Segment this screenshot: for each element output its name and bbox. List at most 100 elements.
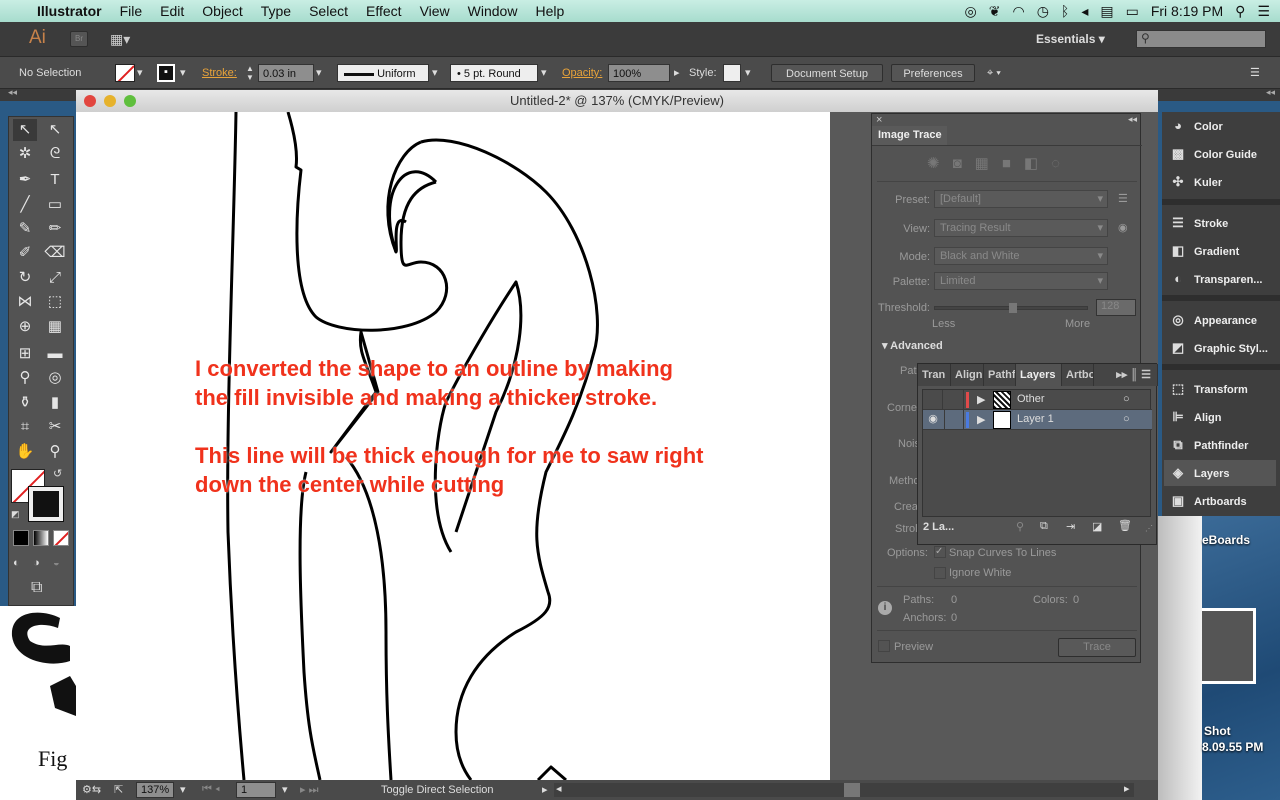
dock-appearance[interactable]: ◎ Appearance bbox=[1168, 307, 1257, 333]
target-circle-icon[interactable]: ○ bbox=[1123, 413, 1130, 425]
direct-selection-tool-icon[interactable]: ↖ bbox=[43, 119, 67, 141]
slice-tool-icon[interactable]: ✂ bbox=[43, 416, 67, 438]
create-new-layer-icon[interactable]: ◪ bbox=[1092, 520, 1102, 533]
dock-graphic-styles[interactable]: ◩ Graphic Styl... bbox=[1168, 335, 1268, 361]
none-mode-button[interactable] bbox=[53, 530, 69, 546]
preset-dropdown[interactable]: [Default] ▾ bbox=[934, 190, 1108, 208]
dock-stroke[interactable]: ☰ Stroke bbox=[1168, 210, 1228, 236]
minimize-window-button[interactable] bbox=[104, 95, 116, 107]
locate-object-icon[interactable]: ⚲ bbox=[1016, 520, 1024, 533]
wifi-icon[interactable]: ◠ bbox=[1012, 3, 1024, 20]
desktop-label-time[interactable]: 8.09.55 PM bbox=[1202, 740, 1263, 754]
control-panel-menu-icon[interactable]: ☰ bbox=[1250, 64, 1260, 82]
close-panel-icon[interactable]: × bbox=[876, 114, 882, 126]
first-artboard-icon[interactable]: ⏮ ◂ bbox=[202, 783, 220, 796]
draw-normal-icon[interactable]: ◐ bbox=[13, 557, 20, 569]
threshold-slider-thumb[interactable] bbox=[1009, 303, 1017, 313]
close-window-button[interactable] bbox=[84, 95, 96, 107]
brush-definition[interactable]: • 5 pt. Round bbox=[450, 64, 538, 82]
variable-width-profile[interactable]: Uniform bbox=[337, 64, 429, 82]
menu-app[interactable]: Illustrator bbox=[28, 3, 111, 19]
tab-layers[interactable]: Layers bbox=[1016, 364, 1062, 386]
layer-name[interactable]: Other bbox=[1017, 393, 1045, 405]
free-transform-tool-icon[interactable]: ⬚ bbox=[43, 291, 67, 313]
menu-edit[interactable]: Edit bbox=[151, 3, 193, 19]
perspective-grid-tool-icon[interactable]: ▦ bbox=[43, 316, 67, 338]
pencil-tool-icon[interactable]: ✏ bbox=[43, 218, 67, 240]
zoom-window-button[interactable] bbox=[124, 95, 136, 107]
magic-wand-tool-icon[interactable]: ✲ bbox=[13, 143, 37, 165]
threshold-input[interactable]: 128 bbox=[1096, 299, 1136, 316]
make-clipping-mask-icon[interactable]: ⧉ bbox=[1040, 520, 1048, 533]
time-machine-icon[interactable]: ◷ bbox=[1037, 3, 1049, 20]
battery-icon[interactable]: ▭ bbox=[1126, 3, 1139, 20]
zoom-level-input[interactable]: 137% bbox=[136, 782, 174, 798]
blend-tool-icon[interactable]: ◎ bbox=[43, 367, 67, 389]
bluetooth-icon[interactable]: ᛒ bbox=[1061, 3, 1069, 19]
lock-toggle[interactable] bbox=[944, 390, 964, 410]
menu-effect[interactable]: Effect bbox=[357, 3, 411, 19]
fill-dropdown-icon[interactable]: ▾ bbox=[137, 64, 143, 82]
palette-dropdown[interactable]: Limited ▾ bbox=[934, 272, 1108, 290]
layer-name[interactable]: Layer 1 bbox=[1017, 413, 1054, 425]
dock-align[interactable]: ⊫ Align bbox=[1168, 404, 1221, 430]
selection-tool-icon[interactable]: ↖ bbox=[13, 119, 37, 141]
line-tool-icon[interactable]: ╱ bbox=[13, 194, 37, 216]
type-tool-icon[interactable]: T bbox=[43, 169, 67, 191]
style-dropdown[interactable]: ▾ bbox=[745, 64, 751, 82]
gradient-mode-button[interactable] bbox=[33, 530, 49, 546]
opacity-input[interactable]: 100% bbox=[608, 64, 670, 82]
draw-inside-icon[interactable]: ◒ bbox=[53, 557, 60, 569]
scale-tool-icon[interactable]: ⤢ bbox=[43, 267, 67, 289]
dock-transparency[interactable]: ◐ Transparen... bbox=[1168, 266, 1262, 292]
scroll-thumb[interactable] bbox=[844, 783, 860, 797]
delete-layer-icon[interactable]: 🗑 bbox=[1118, 519, 1132, 532]
pen-tool-icon[interactable]: ✒ bbox=[13, 169, 37, 191]
visibility-eye-icon[interactable]: ◉ bbox=[923, 412, 943, 425]
status-settings-icon[interactable]: ⚙⇆ bbox=[82, 783, 101, 796]
dock-color[interactable]: ◕ Color bbox=[1168, 113, 1223, 139]
layer-row-other[interactable]: ▶ Other ○ bbox=[923, 390, 1152, 410]
menu-type[interactable]: Type bbox=[252, 3, 300, 19]
dock-layers[interactable]: ◈ Layers bbox=[1164, 460, 1276, 486]
dock-gradient[interactable]: ◧ Gradient bbox=[1168, 238, 1239, 264]
preset-menu-icon[interactable]: ☰ bbox=[1118, 192, 1128, 205]
artboard-number-input[interactable]: 1 bbox=[236, 782, 276, 798]
grayscale-icon[interactable]: ■ bbox=[1002, 155, 1024, 172]
graphic-style-swatch[interactable] bbox=[723, 64, 741, 82]
mesh-tool-icon[interactable]: ⊞ bbox=[13, 343, 37, 365]
brush-dropdown[interactable]: ▾ bbox=[541, 64, 547, 82]
menu-object[interactable]: Object bbox=[193, 3, 251, 19]
collapse-left-icon[interactable]: ◂◂ bbox=[8, 87, 17, 98]
scroll-right-icon[interactable]: ▸ bbox=[1124, 782, 1130, 795]
dock-transform[interactable]: ⬚ Transform bbox=[1168, 376, 1248, 402]
share-icon[interactable]: ⇱ bbox=[114, 783, 123, 796]
bridge-button[interactable]: Br bbox=[70, 31, 88, 47]
menu-file[interactable]: File bbox=[111, 3, 152, 19]
column-graph-tool-icon[interactable]: ▮ bbox=[43, 392, 67, 414]
mode-dropdown[interactable]: Black and White ▾ bbox=[934, 247, 1108, 265]
tab-artboards[interactable]: Artbo bbox=[1062, 364, 1094, 386]
stroke-label[interactable]: Stroke: bbox=[202, 64, 237, 82]
dock-pathfinder[interactable]: ⧉ Pathfinder bbox=[1168, 432, 1248, 458]
clock[interactable]: Fri 8:19 PM bbox=[1151, 3, 1223, 19]
draw-behind-icon[interactable]: ◑ bbox=[33, 557, 40, 569]
black-white-icon[interactable]: ◧ bbox=[1024, 155, 1051, 172]
stroke-stepper[interactable]: ▲ ▼ bbox=[246, 64, 254, 82]
zoom-dropdown[interactable]: ▾ bbox=[180, 783, 186, 796]
opacity-label[interactable]: Opacity: bbox=[562, 64, 602, 82]
collapse-right-icon[interactable]: ◂◂ bbox=[1266, 87, 1275, 98]
gradient-tool-icon[interactable]: ▬ bbox=[43, 343, 67, 365]
profile-dropdown[interactable]: ▾ bbox=[432, 64, 438, 82]
create-sublayer-icon[interactable]: ⇥ bbox=[1066, 520, 1075, 533]
desktop-label-boards[interactable]: eBoards bbox=[1202, 533, 1250, 547]
screen-mode-icon[interactable]: ⧉ bbox=[31, 579, 42, 597]
snap-curves-checkbox[interactable]: ✓ bbox=[934, 546, 946, 558]
view-dropdown[interactable]: Tracing Result ▾ bbox=[934, 219, 1108, 237]
layer-row-layer-1[interactable]: ◉ ▶ Layer 1 ○ bbox=[923, 410, 1152, 430]
stroke-color-swatch[interactable] bbox=[28, 486, 64, 522]
expand-arrow-icon[interactable]: ▶ bbox=[977, 393, 985, 406]
eyedropper-tool-icon[interactable]: ⚲ bbox=[13, 367, 37, 389]
menu-window[interactable]: Window bbox=[459, 3, 527, 19]
notification-center-icon[interactable]: ☰ bbox=[1257, 3, 1270, 20]
